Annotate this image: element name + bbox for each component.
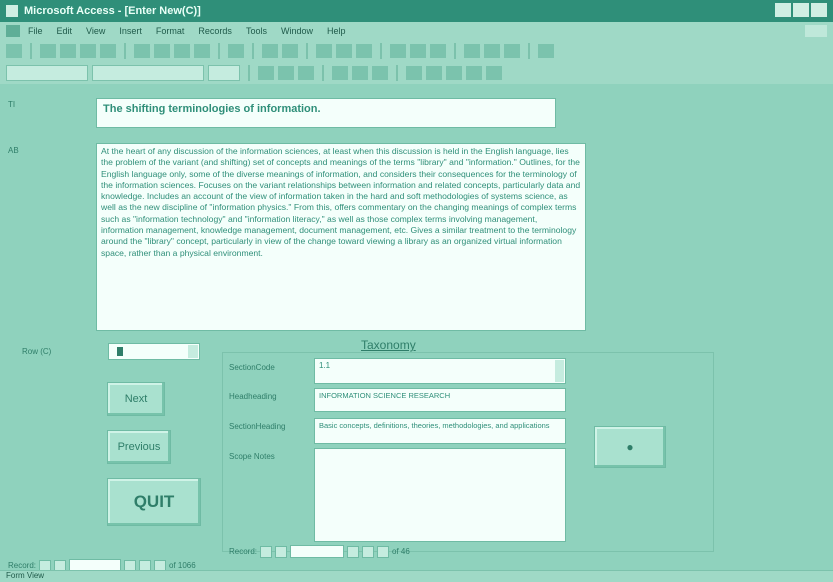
record-count: of 46: [392, 547, 410, 556]
quit-button[interactable]: QUIT: [107, 478, 201, 526]
record-number-field[interactable]: [290, 545, 345, 558]
view-icon[interactable]: [6, 44, 22, 58]
filter-by-selection-icon[interactable]: [316, 44, 332, 58]
line-width-icon[interactable]: [466, 66, 482, 80]
align-left-icon[interactable]: [332, 66, 348, 80]
window-titlebar: Microsoft Access - [Enter New(C)]: [0, 0, 833, 22]
font-color-icon[interactable]: [426, 66, 442, 80]
scope-notes-label: Scope Notes: [229, 452, 275, 461]
fill-color-icon[interactable]: [406, 66, 422, 80]
next-button[interactable]: Next: [107, 382, 165, 416]
ab-label: AB: [8, 146, 19, 155]
object-combo[interactable]: [6, 65, 88, 81]
menu-bar: File Edit View Insert Format Records Too…: [0, 22, 833, 40]
align-center-icon[interactable]: [352, 66, 368, 80]
menu-records[interactable]: Records: [198, 26, 232, 36]
record-count: of 1066: [169, 561, 196, 570]
section-code-value: 1.1: [319, 361, 331, 370]
menu-view[interactable]: View: [86, 26, 105, 36]
underline-icon[interactable]: [298, 66, 314, 80]
database-window-icon[interactable]: [484, 44, 500, 58]
help-icon[interactable]: [538, 44, 554, 58]
scope-notes-field[interactable]: [314, 448, 566, 542]
taxonomy-record-navigator: Record: of 46: [229, 545, 410, 558]
text-cursor: [117, 347, 123, 356]
binoculars-icon: ●: [626, 440, 634, 454]
close-icon[interactable]: [811, 3, 827, 17]
font-size-combo[interactable]: [208, 65, 240, 81]
find-button[interactable]: ●: [594, 426, 666, 468]
window-title: Microsoft Access - [Enter New(C)]: [24, 5, 201, 17]
last-record-icon[interactable]: [362, 545, 375, 558]
bold-icon[interactable]: [258, 66, 274, 80]
ti-label: TI: [8, 100, 16, 109]
sort-ascending-icon[interactable]: [262, 44, 278, 58]
menu-file[interactable]: File: [28, 26, 43, 36]
spelling-icon[interactable]: [100, 44, 116, 58]
line-color-icon[interactable]: [446, 66, 462, 80]
menu-tools[interactable]: Tools: [246, 26, 267, 36]
status-bar: Form View: [0, 570, 833, 582]
form-view-toolbar: [0, 40, 833, 62]
first-record-icon[interactable]: [260, 545, 273, 558]
row-spinner[interactable]: [108, 343, 200, 360]
new-record-nav-icon[interactable]: [377, 545, 390, 558]
paste-icon[interactable]: [174, 44, 190, 58]
section-heading-label: SectionHeading: [229, 422, 286, 431]
minimize-icon[interactable]: [775, 3, 791, 17]
section-code-field[interactable]: 1.1: [314, 358, 566, 384]
copy-icon[interactable]: [154, 44, 170, 58]
access-app-icon[interactable]: [6, 5, 18, 17]
title-field[interactable]: The shifting terminologies of informatio…: [96, 98, 556, 128]
undo-icon[interactable]: [228, 44, 244, 58]
record-label: Record:: [8, 561, 37, 570]
formatting-toolbar: [0, 62, 833, 84]
menu-edit[interactable]: Edit: [57, 26, 73, 36]
section-heading-field[interactable]: Basic concepts, definitions, theories, m…: [314, 418, 566, 444]
new-object-icon[interactable]: [504, 44, 520, 58]
delete-record-icon[interactable]: [430, 44, 446, 58]
align-right-icon[interactable]: [372, 66, 388, 80]
head-heading-label: Headheading: [229, 392, 277, 401]
section-code-label: SectionCode: [229, 363, 275, 372]
format-painter-icon[interactable]: [194, 44, 210, 58]
head-heading-field[interactable]: INFORMATION SCIENCE RESEARCH: [314, 388, 566, 412]
apply-filter-icon[interactable]: [356, 44, 372, 58]
row-label: Row (C): [22, 347, 52, 356]
menu-format[interactable]: Format: [156, 26, 185, 36]
window-controls: [775, 3, 827, 17]
form-control-icon[interactable]: [6, 25, 20, 37]
maximize-icon[interactable]: [793, 3, 809, 17]
print-icon[interactable]: [60, 44, 76, 58]
menu-help[interactable]: Help: [327, 26, 346, 36]
print-preview-icon[interactable]: [80, 44, 96, 58]
cut-icon[interactable]: [134, 44, 150, 58]
taxonomy-heading: Taxonomy: [361, 338, 416, 352]
font-combo[interactable]: [92, 65, 204, 81]
mdi-controls[interactable]: [805, 25, 827, 37]
properties-icon[interactable]: [464, 44, 480, 58]
menu-insert[interactable]: Insert: [119, 26, 142, 36]
menu-window[interactable]: Window: [281, 26, 313, 36]
previous-button[interactable]: Previous: [107, 430, 171, 464]
new-record-icon[interactable]: [410, 44, 426, 58]
special-effect-icon[interactable]: [486, 66, 502, 80]
spinner-arrows-icon[interactable]: [188, 345, 198, 358]
sort-descending-icon[interactable]: [282, 44, 298, 58]
next-record-icon[interactable]: [347, 545, 360, 558]
status-text: Form View: [6, 571, 45, 580]
abstract-field[interactable]: At the heart of any discussion of the in…: [96, 143, 586, 331]
scrollbar[interactable]: [555, 360, 564, 382]
previous-record-icon[interactable]: [275, 545, 288, 558]
save-icon[interactable]: [40, 44, 56, 58]
record-label: Record:: [229, 547, 258, 556]
filter-by-form-icon[interactable]: [336, 44, 352, 58]
italic-icon[interactable]: [278, 66, 294, 80]
find-icon[interactable]: [390, 44, 406, 58]
